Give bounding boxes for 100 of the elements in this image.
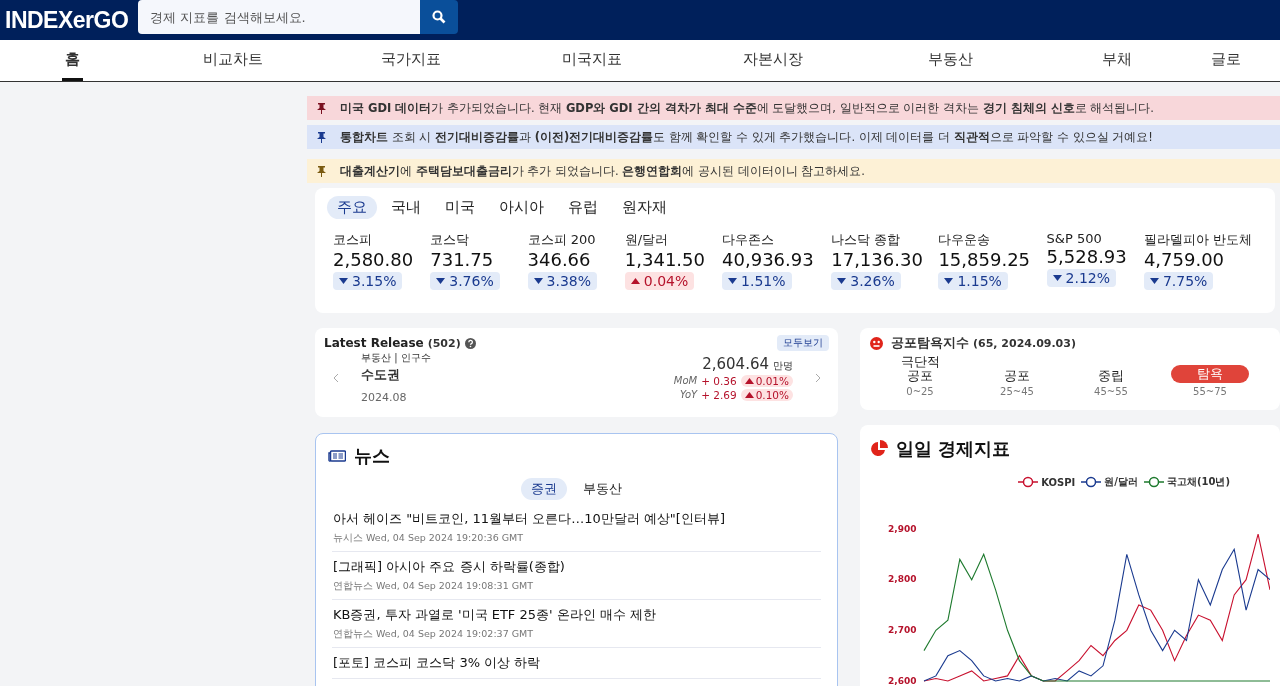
- change-badge: 1.15%: [938, 272, 1008, 290]
- legend-label: 원/달러: [1104, 475, 1138, 489]
- down-triangle-icon: [1149, 278, 1159, 284]
- change-badge: 0.04%: [624, 272, 695, 290]
- diff-value: + 0.36: [701, 374, 737, 387]
- index-name: 원/달러: [624, 231, 669, 249]
- index-name: 필라델피아 반도체: [1143, 231, 1252, 249]
- range-label: 55~75: [1193, 386, 1227, 397]
- diff-value: + 2.69: [701, 388, 737, 401]
- notice-text: 미국 GDI 데이터가 추가되었습니다. 현재 GDP와 GDI 간의 격차가 최대 수준에 도달했으며, 일반적으로 이러한 격차는 경기 침체의 신호로 해석됩니다.: [340, 100, 1154, 116]
- pie-chart-icon: [870, 440, 888, 458]
- nav-tab[interactable]: 부동산: [925, 40, 976, 81]
- market-tab[interactable]: 원자재: [612, 196, 677, 219]
- card-title: Latest Release: [324, 336, 424, 350]
- down-triangle-icon: [533, 278, 543, 284]
- change-badge: 0.10%: [740, 388, 793, 401]
- nav-tab[interactable]: 비교차트: [199, 40, 266, 81]
- notice-text: 통합차트 조회 시 전기대비증감률과 (이전)전기대비증감률도 함께 확인할 수 있게 추가했습니다. 이제 데이터를 더 직관적으로 파악할 수 있으실 거예요!: [340, 129, 1153, 145]
- news-headline[interactable]: 아서 헤이즈 "비트코인, 11월부터 오른다…10만달러 예상"[인터뷰]: [333, 510, 821, 528]
- search-field[interactable]: 경제 지표를 검색해보세요.: [138, 0, 421, 34]
- news-headline[interactable]: [그래픽] 아시아 주요 증시 하락률(종합): [333, 558, 821, 576]
- range-label: 45~55: [1094, 386, 1128, 397]
- change-badge: 2.12%: [1046, 269, 1117, 287]
- view-all-button[interactable]: 모두보기: [777, 335, 829, 351]
- news-meta: 뉴시스 Wed, 04 Sep 2024 19:20:36 GMT: [333, 532, 525, 545]
- news-meta: 연합뉴스 Wed, 04 Sep 2024 19:02:37 GMT: [333, 628, 535, 641]
- level-label: 중립: [1098, 369, 1124, 383]
- news-meta: 연합뉴스 Wed, 04 Sep 2024 19:08:31 GMT: [333, 580, 535, 593]
- range-label: 0~25: [906, 386, 934, 397]
- index-name: 다우존스: [722, 231, 775, 249]
- search-icon: [432, 10, 447, 24]
- index-value: 1,341.50: [624, 249, 705, 270]
- help-icon[interactable]: [464, 337, 476, 349]
- news-tab[interactable]: 부동산: [573, 478, 632, 500]
- index-value: 731.75: [430, 249, 494, 270]
- index-value: 4,759.00: [1143, 249, 1225, 270]
- newspaper-icon: [328, 450, 346, 462]
- market-tab[interactable]: 미국: [435, 196, 485, 219]
- card-title: 뉴스: [354, 444, 390, 468]
- change-badge: 3.26%: [831, 272, 901, 290]
- release-category: 부동산 | 인구수: [361, 351, 431, 365]
- down-triangle-icon: [728, 278, 738, 284]
- news-headline[interactable]: KB증권, 투자 과열로 '미국 ETF 25종' 온라인 매수 제한: [333, 606, 821, 624]
- index-name: 다우운송: [938, 231, 991, 249]
- down-triangle-icon: [436, 278, 446, 284]
- search-button[interactable]: [420, 0, 459, 34]
- axis-label: 2,800: [888, 574, 917, 585]
- index-name: 코스닥: [430, 231, 470, 249]
- card-title: 일일 경제지표: [896, 437, 1011, 461]
- change-badge: 1.51%: [722, 272, 792, 290]
- news-tab[interactable]: 증권: [521, 478, 567, 500]
- index-name: 코스피 200: [527, 231, 596, 249]
- index-value: 15,859.25: [938, 249, 1031, 270]
- change-badge: 3.15%: [333, 272, 403, 290]
- nav-tab[interactable]: 글로: [1208, 40, 1244, 81]
- range-label: 25~45: [1000, 386, 1034, 397]
- level-label: 극단적 공포: [900, 355, 940, 383]
- market-tab[interactable]: 아시아: [489, 196, 554, 219]
- index-name: S&P 500: [1046, 231, 1102, 246]
- axis-label: 2,900: [888, 523, 917, 534]
- index-name: 코스피: [333, 231, 372, 249]
- logo[interactable]: INDEXerGO: [5, 6, 129, 34]
- nav-tab[interactable]: 국가지표: [377, 40, 444, 81]
- change-badge: 3.38%: [527, 272, 597, 290]
- down-triangle-icon: [1052, 275, 1062, 281]
- down-triangle-icon: [944, 278, 954, 284]
- nav-tab[interactable]: 미국지표: [559, 40, 625, 81]
- down-triangle-icon: [837, 278, 847, 284]
- level-label: 공포: [1004, 369, 1030, 383]
- index-name: 나스닥 종합: [831, 231, 901, 249]
- down-triangle-icon: [339, 278, 348, 284]
- change-badge: 7.75%: [1143, 272, 1214, 290]
- change-badge: 3.76%: [430, 272, 500, 290]
- legend-label: 국고채(10년): [1166, 475, 1230, 489]
- legend-label: KOSPI: [1041, 476, 1076, 488]
- market-tab[interactable]: 주요: [327, 196, 377, 219]
- period-label: MoM: [673, 375, 698, 386]
- nav-tab[interactable]: 부채: [1099, 40, 1135, 81]
- release-date: 2024.08: [361, 391, 408, 404]
- market-tab[interactable]: 국내: [381, 196, 431, 219]
- axis-label: 2,600: [888, 675, 917, 686]
- face-icon: [870, 336, 883, 350]
- nav-tab[interactable]: 홈: [62, 40, 83, 81]
- unit-label: 만명: [773, 358, 793, 373]
- card-title: 공포탐욕지수: [891, 334, 969, 352]
- period-label: YoY: [679, 389, 698, 400]
- pin-icon: [317, 165, 326, 177]
- index-value: 17,136.30: [831, 249, 923, 270]
- index-value: 5,528.93: [1046, 246, 1127, 267]
- pin-icon: [317, 102, 326, 114]
- index-value: 346.66: [527, 249, 591, 270]
- release-value: 2,604.64: [702, 354, 769, 373]
- up-triangle-icon: [630, 278, 640, 284]
- index-detail: (65, 2024.09.03): [973, 336, 1076, 350]
- nav-tab[interactable]: 자본시장: [740, 40, 806, 81]
- level-label: 탐욕: [1171, 365, 1249, 383]
- news-headline[interactable]: [포토] 코스피 코스닥 3% 이상 하락: [333, 654, 821, 672]
- notice-text: 대출계산기에 주택담보대출금리가 추가 되었습니다. 은행연합회에 공시된 데이터이니 참고하세요.: [340, 163, 865, 179]
- release-count: (502): [427, 336, 461, 350]
- market-tab[interactable]: 유럽: [558, 196, 608, 219]
